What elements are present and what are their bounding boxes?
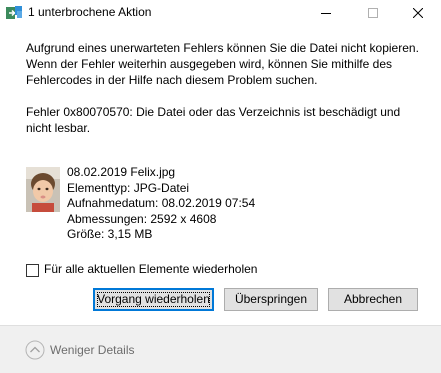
repeat-for-all-label[interactable]: Für alle aktuellen Elemente wiederholen [44, 262, 257, 276]
minimize-icon [321, 13, 331, 14]
skip-button[interactable]: Überspringen [224, 288, 318, 311]
minimize-button[interactable] [303, 0, 349, 26]
close-icon [413, 8, 423, 18]
file-details: 08.02.2019 Felix.jpg Elementtyp: JPG-Dat… [67, 165, 255, 243]
less-details-label: Weniger Details [50, 343, 135, 357]
file-dimensions: Abmessungen: 2592 x 4608 [67, 211, 217, 226]
error-code: Fehler 0x80070570: Die Datei oder das Ve… [26, 105, 401, 135]
cancel-button[interactable]: Abbrechen [328, 288, 418, 311]
close-button[interactable] [395, 0, 441, 26]
repeat-for-all-checkbox[interactable] [26, 264, 39, 277]
copy-operation-icon [6, 6, 22, 19]
focus-rectangle [97, 292, 210, 307]
maximize-icon [368, 8, 378, 18]
file-size: Größe: 3,15 MB [67, 227, 153, 241]
title-bar: 1 unterbrochene Aktion [0, 0, 441, 26]
error-description: Aufgrund eines unerwarteten Fehlers könn… [26, 41, 419, 87]
file-thumbnail [26, 167, 60, 212]
footer: Weniger Details [0, 326, 441, 373]
window-title: 1 unterbrochene Aktion [28, 5, 152, 19]
error-message: Aufgrund eines unerwarteten Fehlers könn… [26, 40, 426, 136]
retry-button[interactable]: Vorgang wiederholen [93, 288, 214, 311]
maximize-button[interactable] [350, 0, 396, 26]
file-name: 08.02.2019 Felix.jpg [67, 165, 176, 179]
chevron-up-circle-icon [25, 340, 45, 360]
file-type: Elementtyp: JPG-Datei [67, 180, 190, 195]
file-date: Aufnahmedatum: 08.02.2019 07:54 [67, 196, 256, 210]
